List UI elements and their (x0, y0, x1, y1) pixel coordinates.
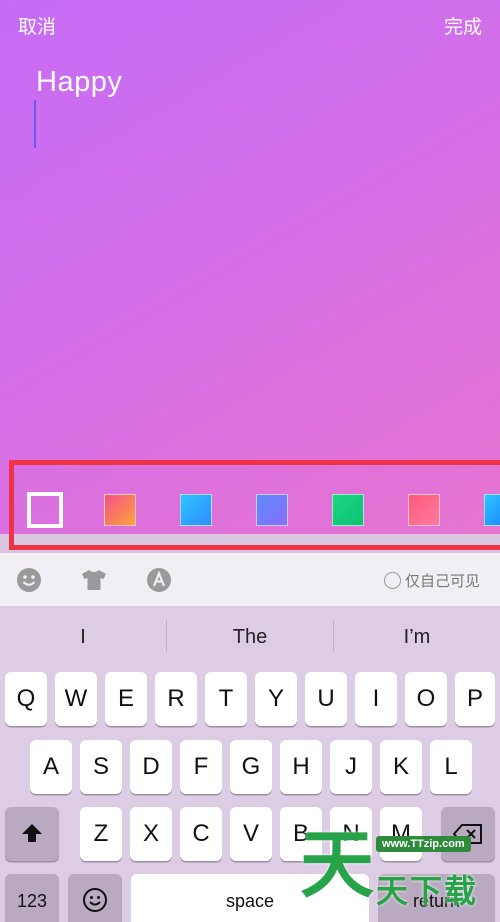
suggestion-1[interactable]: I (0, 626, 166, 649)
watermark-text: 天下载 (376, 872, 479, 910)
swatch-indigo[interactable] (256, 494, 288, 526)
composer-toolbar: 仅自己可见 (0, 553, 500, 607)
watermark-url: www.TTzip.com (376, 836, 471, 852)
cancel-button[interactable]: 取消 (18, 12, 56, 39)
watermark-logo: 天 (300, 822, 374, 908)
shift-key[interactable] (5, 807, 59, 861)
numbers-key[interactable]: 123 (5, 874, 59, 922)
key-h[interactable]: H (280, 740, 322, 794)
delete-key[interactable] (441, 807, 495, 861)
key-t[interactable]: T (205, 672, 247, 726)
radio-icon (383, 572, 401, 589)
emoji-key[interactable] (68, 874, 122, 922)
font-style-icon[interactable] (146, 567, 172, 593)
key-w[interactable]: W (55, 672, 97, 726)
key-g[interactable]: G (230, 740, 272, 794)
key-u[interactable]: U (305, 672, 347, 726)
swatch-blue[interactable] (180, 494, 212, 526)
key-d[interactable]: D (130, 740, 172, 794)
shift-arrow-icon (22, 824, 42, 842)
swatch-orange[interactable] (104, 494, 136, 526)
emoji-icon (83, 888, 107, 912)
key-c[interactable]: C (180, 807, 222, 861)
key-x[interactable]: X (130, 807, 172, 861)
swatch-pink[interactable] (408, 494, 440, 526)
key-r[interactable]: R (155, 672, 197, 726)
key-v[interactable]: V (230, 807, 272, 861)
privacy-toggle[interactable]: 仅自己可见 (383, 570, 480, 591)
key-q[interactable]: Q (5, 672, 47, 726)
done-button[interactable]: 完成 (444, 12, 482, 39)
suggestion-3[interactable]: I’m (334, 626, 500, 649)
swatch-default-selected[interactable] (27, 492, 63, 528)
key-e[interactable]: E (105, 672, 147, 726)
composer-area[interactable]: 取消 完成 Happy (0, 0, 500, 534)
composer-text[interactable]: Happy (36, 66, 122, 99)
key-i[interactable]: I (355, 672, 397, 726)
key-z[interactable]: Z (80, 807, 122, 861)
key-f[interactable]: F (180, 740, 222, 794)
suggestion-2[interactable]: The (167, 626, 333, 649)
privacy-label: 仅自己可见 (404, 572, 480, 590)
tshirt-icon[interactable] (79, 567, 109, 593)
key-j[interactable]: J (330, 740, 372, 794)
key-m[interactable]: M (380, 807, 422, 861)
key-s[interactable]: S (80, 740, 122, 794)
key-o[interactable]: O (405, 672, 447, 726)
key-a[interactable]: A (30, 740, 72, 794)
swatch-green[interactable] (332, 494, 364, 526)
key-l[interactable]: L (430, 740, 472, 794)
key-p[interactable]: P (455, 672, 495, 726)
key-k[interactable]: K (380, 740, 422, 794)
text-caret (34, 100, 36, 148)
key-y[interactable]: Y (255, 672, 297, 726)
emoji-icon[interactable] (16, 567, 42, 593)
swatch-partial[interactable] (484, 494, 500, 526)
